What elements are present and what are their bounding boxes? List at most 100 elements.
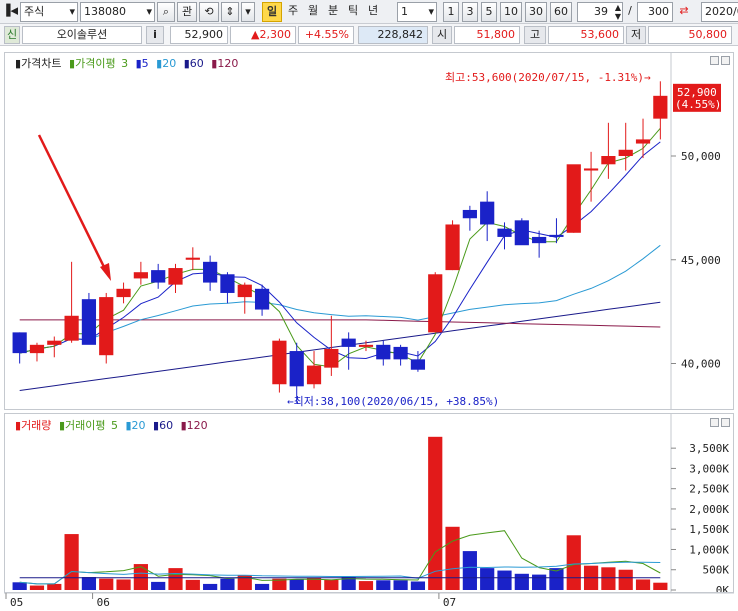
x-tick-label: 05 xyxy=(10,596,23,609)
price-tick-label: 45,000 xyxy=(681,254,721,267)
volume-bar-down xyxy=(220,578,235,590)
period-minute-button[interactable]: 분 xyxy=(324,2,342,22)
low-label: 저 xyxy=(626,26,646,44)
credit-badge: 신 xyxy=(4,26,20,44)
volume-bar-down xyxy=(203,583,218,590)
chevron-down-icon: ▾ xyxy=(69,5,75,18)
volume-bar-up xyxy=(445,526,460,590)
x-axis: 05 06 07 xyxy=(4,593,734,609)
period-year-button[interactable]: 년 xyxy=(364,2,382,22)
low-annotation: ←최저:38,100(2020/06/15, +38.85%) xyxy=(287,395,499,408)
volume-bar-down xyxy=(376,580,391,590)
ma3-line xyxy=(19,127,661,368)
price-change: ▲2,300 xyxy=(230,26,296,44)
volume-bar-up xyxy=(116,579,131,590)
stepper-button[interactable]: ⇕ xyxy=(221,2,239,22)
spin-icon[interactable]: ▲ ▼ xyxy=(615,3,621,21)
volume-bar-up xyxy=(168,568,183,590)
x-tick-label: 07 xyxy=(443,596,456,609)
candle-down xyxy=(203,261,218,283)
volume-chart: 3,500K 3,000K 2,500K 2,000K 1,500K 1,000K 500K… xyxy=(12,414,730,592)
volume-bar-down xyxy=(480,568,495,590)
low-value: 50,800 xyxy=(648,26,732,44)
volume-pane[interactable]: ▮거래량 ▮거래이평 5 ▮20 ▮60 ▮120 3,500K 3,000K 2,… xyxy=(4,413,734,593)
candle-up xyxy=(635,139,651,144)
interval-select[interactable]: 1 ▾ xyxy=(397,2,437,22)
candle-up xyxy=(358,344,374,347)
stock-name[interactable]: 오이솔루션 xyxy=(22,26,142,44)
candle-up xyxy=(168,268,183,285)
volume-bar-up xyxy=(601,567,616,590)
volume-tick-label: 0K xyxy=(716,584,730,592)
quick-60-button[interactable]: 60 xyxy=(550,2,572,22)
volume-bar-up xyxy=(653,582,668,590)
volume-bar-down xyxy=(254,583,270,590)
price-pane[interactable]: ▮가격차트 ▮가격이평 3 ▮5 ▮20 ▮60 ▮120 50,000 45,0… xyxy=(4,52,734,410)
volume-bar-down xyxy=(289,579,304,590)
chevron-down-icon: ▾ xyxy=(428,5,434,18)
quick-1-button[interactable]: 1 xyxy=(443,2,459,22)
high-value: 53,600 xyxy=(548,26,624,44)
search-button[interactable]: ⌕ xyxy=(157,2,175,22)
updown-icon: ⇕ xyxy=(225,5,235,18)
candle-down xyxy=(341,338,356,347)
volume-bar-up xyxy=(566,535,581,590)
period-day-button[interactable]: 일 xyxy=(262,2,282,22)
volume-bar-up xyxy=(324,579,339,590)
volume-bar-up xyxy=(99,578,114,590)
candle-down xyxy=(410,359,426,370)
refresh-button[interactable]: ⟲ xyxy=(199,2,219,22)
watch-button[interactable]: 관 xyxy=(177,2,197,22)
candle-down xyxy=(376,344,391,360)
volume-bar-down xyxy=(410,581,426,590)
high-annotation: 최고:53,600(2020/07/15, -1.31%)→ xyxy=(445,71,651,84)
period-month-button[interactable]: 월 xyxy=(304,2,322,22)
quote-bar: 신 오이솔루션 i 52,900 ▲2,300 +4.55% 228,842 시… xyxy=(0,24,738,46)
candle-up xyxy=(64,315,79,341)
candle-down xyxy=(254,288,270,310)
vol-ma5-line xyxy=(19,530,661,585)
quick-3-button[interactable]: 3 xyxy=(462,2,478,22)
volume-bar-down xyxy=(393,580,408,590)
candle-down xyxy=(480,201,495,225)
candle-up xyxy=(583,168,599,171)
volume-bar-up xyxy=(358,581,374,590)
pane-toggle-icon[interactable]: ▐◀ xyxy=(2,2,18,22)
market-select[interactable]: 주식 ▾ xyxy=(20,2,78,22)
candle-up xyxy=(618,149,633,156)
pointer-arrow xyxy=(37,134,107,270)
candle-down xyxy=(12,332,27,354)
chart-settings-icon[interactable]: ⇄ xyxy=(675,2,693,22)
chevron-down-icon: ▾ xyxy=(245,5,251,18)
candle-up xyxy=(272,340,287,385)
quick-10-button[interactable]: 10 xyxy=(500,2,522,22)
quick-30-button[interactable]: 30 xyxy=(525,2,547,22)
candle-up xyxy=(99,297,114,356)
volume-bar-down xyxy=(514,573,529,590)
volume-tick-label: 3,500K xyxy=(689,442,729,455)
candle-down xyxy=(462,209,477,219)
code-input[interactable]: 138080 ▾ xyxy=(80,2,155,22)
candle-up xyxy=(306,365,322,385)
refresh-icon: ⟲ xyxy=(204,5,214,18)
candle-up xyxy=(185,257,200,260)
volume-tick-label: 3,000K xyxy=(689,462,729,475)
candle-up xyxy=(653,95,668,119)
candle-down xyxy=(220,274,235,293)
volume-bar-up xyxy=(47,583,62,590)
total-count-input[interactable]: 300 xyxy=(637,2,673,22)
candle-down xyxy=(81,299,97,345)
chevron-down-icon: ▾ xyxy=(146,5,152,18)
period-tick-button[interactable]: 틱 xyxy=(344,2,362,22)
candle-up xyxy=(324,348,339,368)
more-button[interactable]: ▾ xyxy=(241,2,255,22)
view-count-input[interactable]: 39 ▲ ▼ xyxy=(577,2,623,22)
volume-bar-up xyxy=(29,585,45,590)
candle-up xyxy=(47,340,62,345)
date-input[interactable]: 2020/0 xyxy=(701,2,738,22)
info-button[interactable]: i xyxy=(146,26,164,44)
candle-up xyxy=(566,164,581,233)
period-week-button[interactable]: 주 xyxy=(284,2,302,22)
code-value: 138080 xyxy=(84,5,126,18)
quick-5-button[interactable]: 5 xyxy=(481,2,497,22)
